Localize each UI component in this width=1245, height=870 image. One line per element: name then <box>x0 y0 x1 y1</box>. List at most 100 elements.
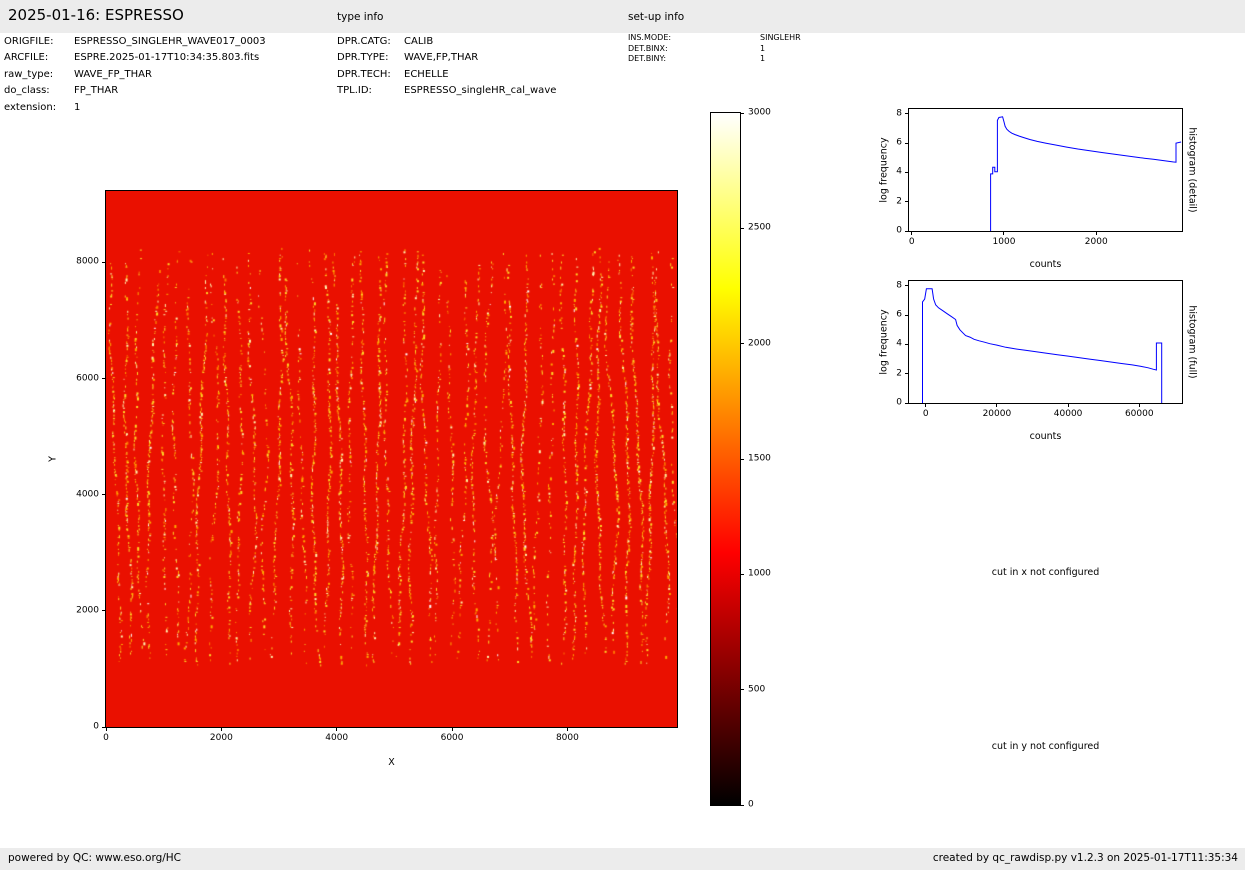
meta-label: DPR.CATG: <box>337 34 404 50</box>
meta-value: 1 <box>74 102 80 113</box>
colorbar-tick-label: 2500 <box>748 224 771 233</box>
histogram-full-xlabel: counts <box>908 431 1183 442</box>
footer-created-by: created by qc_rawdisp.py v1.2.3 on 2025-… <box>933 852 1238 864</box>
x-tick-mark <box>1096 231 1097 235</box>
x-tick-mark <box>1068 403 1069 407</box>
x-tick-label: 40000 <box>1054 410 1083 419</box>
y-tick-label: 0 <box>896 399 902 408</box>
y-tick-mark <box>102 378 106 379</box>
footer-bar: powered by QC: www.eso.org/HC created by… <box>0 848 1245 870</box>
raw-image-canvas <box>106 191 677 727</box>
y-tick-mark <box>905 344 909 345</box>
y-tick-label: 4 <box>896 340 902 349</box>
meta-label: ARCFILE: <box>4 50 74 66</box>
colorbar-tick-label: 2000 <box>748 339 771 348</box>
x-tick-mark <box>221 727 222 731</box>
y-tick-label: 2 <box>896 369 902 378</box>
colorbar-tick <box>740 574 744 575</box>
y-tick-label: 0 <box>93 723 99 732</box>
x-tick-mark <box>567 727 568 731</box>
meta-label: DPR.TECH: <box>337 67 404 83</box>
footer-powered-by: powered by QC: www.eso.org/HC <box>8 852 181 864</box>
raw-image-y-axis-label: Y <box>48 456 59 462</box>
meta-label: DET.BINX: <box>628 44 760 55</box>
y-tick-label: 4000 <box>76 490 99 499</box>
x-tick-mark <box>106 727 107 731</box>
meta-value: WAVE,FP,THAR <box>404 52 478 63</box>
y-tick-label: 6000 <box>76 374 99 383</box>
colorbar-tick <box>740 459 744 460</box>
colorbar-tick <box>740 343 744 344</box>
cut-in-y-note: cut in y not configured <box>908 741 1183 752</box>
x-tick-label: 0 <box>103 734 109 743</box>
meta-value: FP_THAR <box>74 85 118 96</box>
x-tick-label: 0 <box>909 238 915 247</box>
x-tick-label: 8000 <box>556 734 579 743</box>
meta-value: 1 <box>760 54 765 63</box>
meta-value: CALIB <box>404 36 433 47</box>
file-info-block: ORIGFILE:ESPRESSO_SINGLEHR_WAVE017_0003 … <box>4 34 266 116</box>
setup-info-block: INS.MODE:SINGLEHR DET.BINX:1 DET.BINY:1 <box>628 33 801 65</box>
meta-value: ESPRE.2025-01-17T10:34:35.803.fits <box>74 52 259 63</box>
colorbar-tick <box>740 805 744 806</box>
meta-label: INS.MODE: <box>628 33 760 44</box>
x-tick-label: 0 <box>923 410 929 419</box>
colorbar-tick-label: 1500 <box>748 455 771 464</box>
x-tick-mark <box>452 727 453 731</box>
y-tick-mark <box>905 373 909 374</box>
meta-label: TPL.ID: <box>337 83 404 99</box>
meta-row-origfile: ORIGFILE:ESPRESSO_SINGLEHR_WAVE017_0003 <box>4 34 266 50</box>
y-tick-label: 0 <box>896 227 902 236</box>
meta-value: WAVE_FP_THAR <box>74 69 152 80</box>
meta-row-dprtype: DPR.TYPE:WAVE,FP,THAR <box>337 50 556 66</box>
y-tick-mark <box>102 610 106 611</box>
colorbar-tick-label: 0 <box>748 801 754 810</box>
y-tick-mark <box>905 172 909 173</box>
meta-value: SINGLEHR <box>760 33 801 42</box>
y-tick-mark <box>102 727 106 728</box>
raw-image-plot: 0200040006000800002000400060008000 <box>105 190 678 728</box>
type-info-block: DPR.CATG:CALIB DPR.TYPE:WAVE,FP,THAR DPR… <box>337 34 556 100</box>
meta-label: DPR.TYPE: <box>337 50 404 66</box>
x-tick-mark <box>1139 403 1140 407</box>
colorbar-tick-label: 1000 <box>748 570 771 579</box>
meta-row-tplid: TPL.ID:ESPRESSO_singleHR_cal_wave <box>337 83 556 99</box>
setup-info-heading: set-up info <box>628 11 684 23</box>
page-title: 2025-01-16: ESPRESSO <box>8 6 184 24</box>
histogram-full-side-label: histogram (full) <box>1187 305 1198 378</box>
x-tick-mark <box>925 403 926 407</box>
histogram-detail-ylabel: log frequency <box>879 137 890 202</box>
x-tick-label: 2000 <box>1085 238 1108 247</box>
y-tick-mark <box>905 201 909 202</box>
y-tick-label: 8 <box>896 109 902 118</box>
meta-row-detbiny: DET.BINY:1 <box>628 54 801 65</box>
y-tick-mark <box>905 403 909 404</box>
meta-row-insmode: INS.MODE:SINGLEHR <box>628 33 801 44</box>
x-tick-label: 4000 <box>325 734 348 743</box>
meta-label: raw_type: <box>4 67 74 83</box>
colorbar-tick-label: 500 <box>748 685 765 694</box>
x-tick-mark <box>336 727 337 731</box>
y-tick-mark <box>102 262 106 263</box>
meta-label: do_class: <box>4 83 74 99</box>
x-tick-label: 2000 <box>210 734 233 743</box>
x-tick-label: 20000 <box>983 410 1012 419</box>
y-tick-mark <box>905 143 909 144</box>
header-bar: 2025-01-16: ESPRESSO type info set-up in… <box>0 0 1245 33</box>
y-tick-label: 8000 <box>76 258 99 267</box>
x-tick-mark <box>1003 231 1004 235</box>
meta-value: ESPRESSO_SINGLEHR_WAVE017_0003 <box>74 36 266 47</box>
raw-image-x-axis-label: X <box>105 757 678 768</box>
y-tick-label: 6 <box>896 311 902 320</box>
meta-row-rawtype: raw_type:WAVE_FP_THAR <box>4 67 266 83</box>
y-tick-label: 2000 <box>76 606 99 615</box>
meta-row-dprcatg: DPR.CATG:CALIB <box>337 34 556 50</box>
y-tick-mark <box>102 494 106 495</box>
x-tick-label: 6000 <box>441 734 464 743</box>
y-tick-label: 8 <box>896 281 902 290</box>
meta-value: 1 <box>760 44 765 53</box>
y-tick-mark <box>905 285 909 286</box>
x-tick-label: 1000 <box>993 238 1016 247</box>
histogram_detail-polyline <box>991 117 1182 231</box>
meta-row-extension: extension:1 <box>4 100 266 116</box>
